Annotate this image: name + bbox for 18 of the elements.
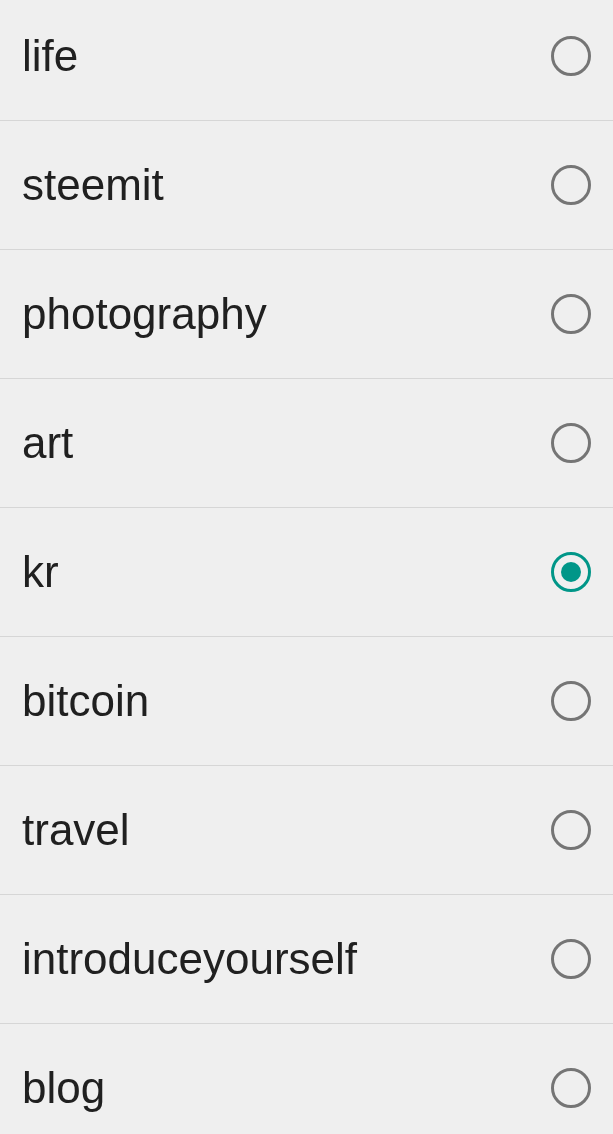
option-label: introduceyourself xyxy=(22,933,358,985)
radio-button[interactable] xyxy=(551,36,591,76)
option-label: photography xyxy=(22,288,267,340)
radio-button[interactable] xyxy=(551,423,591,463)
radio-button[interactable] xyxy=(551,552,591,592)
option-label: bitcoin xyxy=(22,675,150,727)
option-label: steemit xyxy=(22,159,164,211)
option-label: blog xyxy=(22,1062,106,1114)
radio-button[interactable] xyxy=(551,294,591,334)
option-label: travel xyxy=(22,804,130,856)
option-label: kr xyxy=(22,546,59,598)
radio-button[interactable] xyxy=(551,939,591,979)
radio-button[interactable] xyxy=(551,165,591,205)
radio-button[interactable] xyxy=(551,681,591,721)
radio-button[interactable] xyxy=(551,810,591,850)
radio-button[interactable] xyxy=(551,1068,591,1108)
option-label: art xyxy=(22,417,74,469)
option-label: life xyxy=(22,30,79,82)
